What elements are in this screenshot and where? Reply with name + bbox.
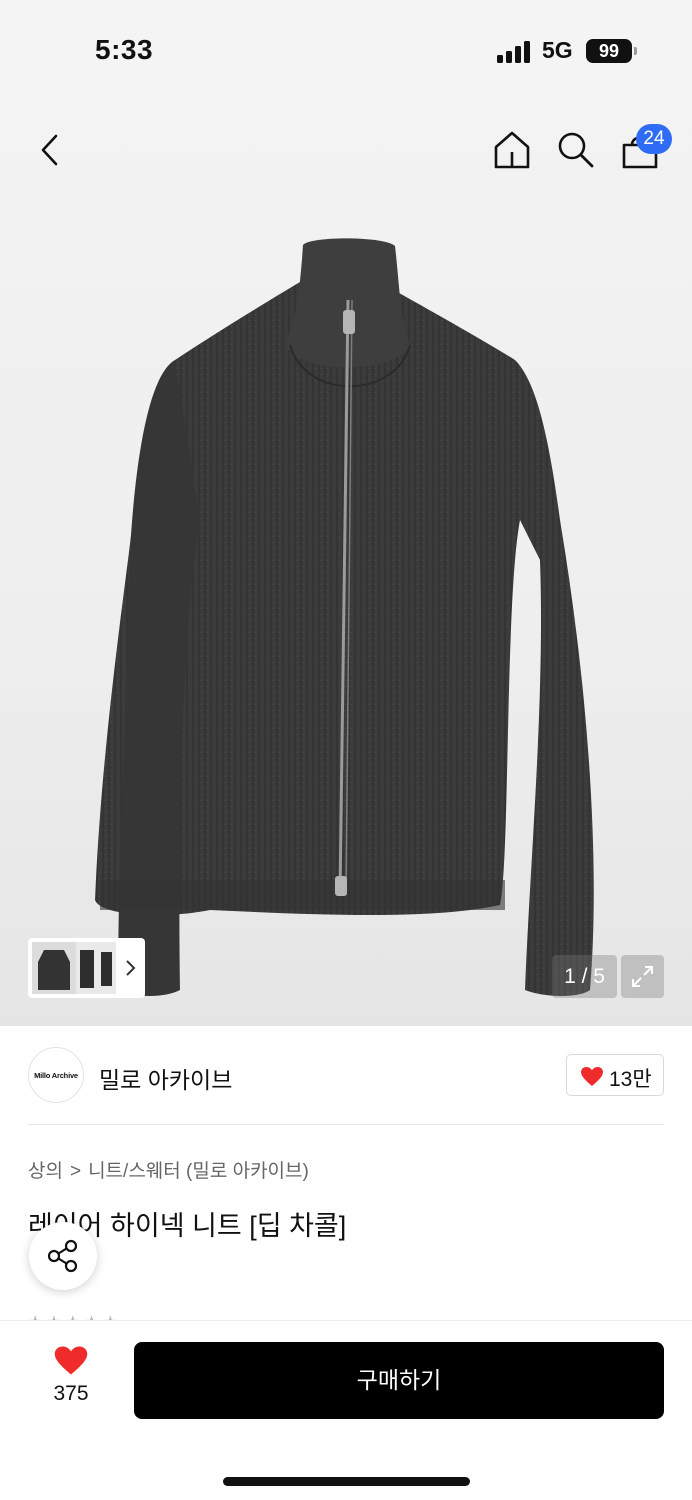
divider [28, 1124, 664, 1125]
network-type: 5G [542, 37, 573, 63]
brand-like-button[interactable]: 13만 [566, 1054, 664, 1096]
signal-icon [497, 41, 533, 63]
product-image[interactable] [0, 100, 692, 1026]
back-icon[interactable] [38, 134, 62, 166]
breadcrumb-subcategory[interactable]: 니트/스웨터 (밀로 아카이브) [88, 1161, 309, 1182]
thumbnail-1[interactable] [32, 942, 76, 994]
breadcrumb: 상의 > 니트/스웨터 (밀로 아카이브) [28, 1156, 309, 1183]
cardigan-image [95, 238, 594, 996]
wish-count: 375 [53, 1382, 89, 1405]
expand-button[interactable] [621, 955, 664, 998]
heart-icon [581, 1067, 603, 1086]
home-indicator [223, 1477, 470, 1486]
chevron-right-icon: > [69, 1161, 82, 1182]
wish-button[interactable]: 375 [42, 1345, 100, 1415]
heart-icon [54, 1346, 88, 1375]
thumbnail-strip[interactable] [28, 938, 145, 998]
expand-icon [632, 966, 653, 987]
breadcrumb-category[interactable]: 상의 [28, 1161, 63, 1182]
image-counter: 1 / 5 [552, 955, 617, 998]
cart-count-badge: 24 [636, 124, 672, 154]
brand-like-count: 13만 [609, 1068, 652, 1091]
search-icon[interactable] [557, 131, 595, 169]
thumbnail-3[interactable] [98, 942, 116, 994]
share-icon [47, 1239, 78, 1273]
brand-name[interactable]: 밀로 아카이브 [99, 1061, 232, 1095]
brand-logo[interactable]: Millo Archive [28, 1047, 84, 1103]
home-icon[interactable] [493, 130, 531, 170]
thumbnail-2[interactable] [76, 942, 98, 994]
battery-icon: 99 [586, 39, 637, 63]
chevron-right-icon[interactable] [124, 959, 136, 977]
status-time: 5:33 [95, 34, 154, 65]
share-button[interactable] [29, 1222, 97, 1290]
buy-button[interactable]: 구매하기 [134, 1342, 664, 1419]
status-bar: 5:33 5G 99 [0, 0, 692, 100]
